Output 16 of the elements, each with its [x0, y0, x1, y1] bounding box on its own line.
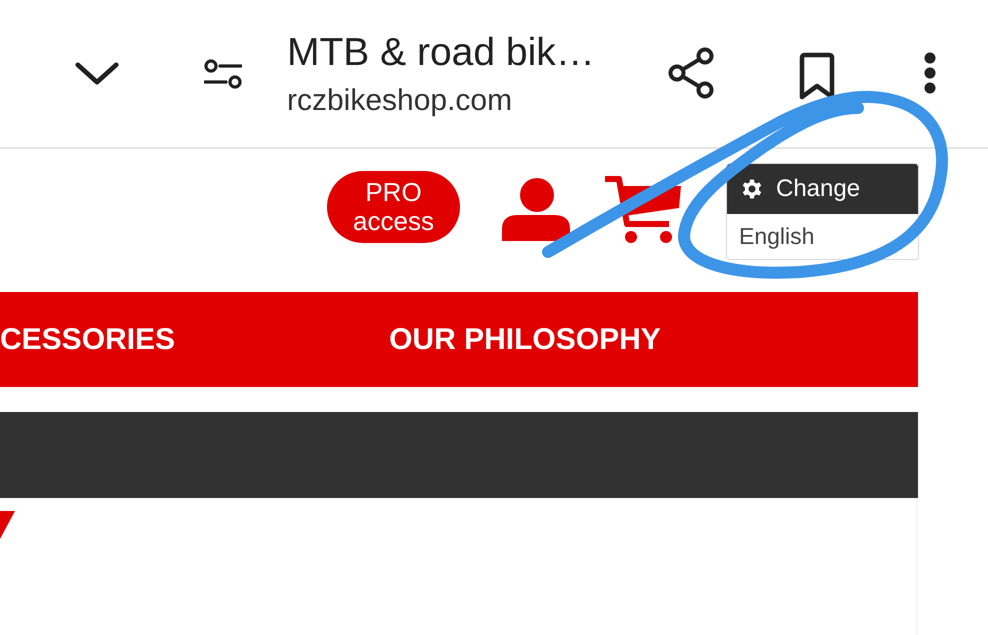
nav-link[interactable]: CESSORIES	[0, 322, 176, 356]
page-url: rczbikeshop.com	[287, 82, 512, 118]
bookmark-icon[interactable]	[798, 52, 836, 100]
change-language-button[interactable]: Change	[727, 164, 918, 214]
shopping-cart-icon[interactable]	[603, 174, 681, 246]
chevron-down-icon[interactable]	[74, 60, 120, 87]
settings-icon	[740, 177, 764, 201]
current-language[interactable]: English	[727, 214, 918, 259]
page-title: MTB & road bik…	[287, 30, 595, 76]
share-icon[interactable]	[667, 46, 715, 98]
sliders-icon[interactable]	[204, 58, 242, 88]
nav-link[interactable]: OUR PHILOSOPHY	[389, 322, 661, 356]
triangle-mark-icon	[0, 511, 15, 539]
more-vertical-icon[interactable]	[923, 52, 937, 94]
pro-access-button[interactable]: PRO access	[327, 171, 460, 243]
user-account-icon[interactable]	[500, 177, 572, 241]
